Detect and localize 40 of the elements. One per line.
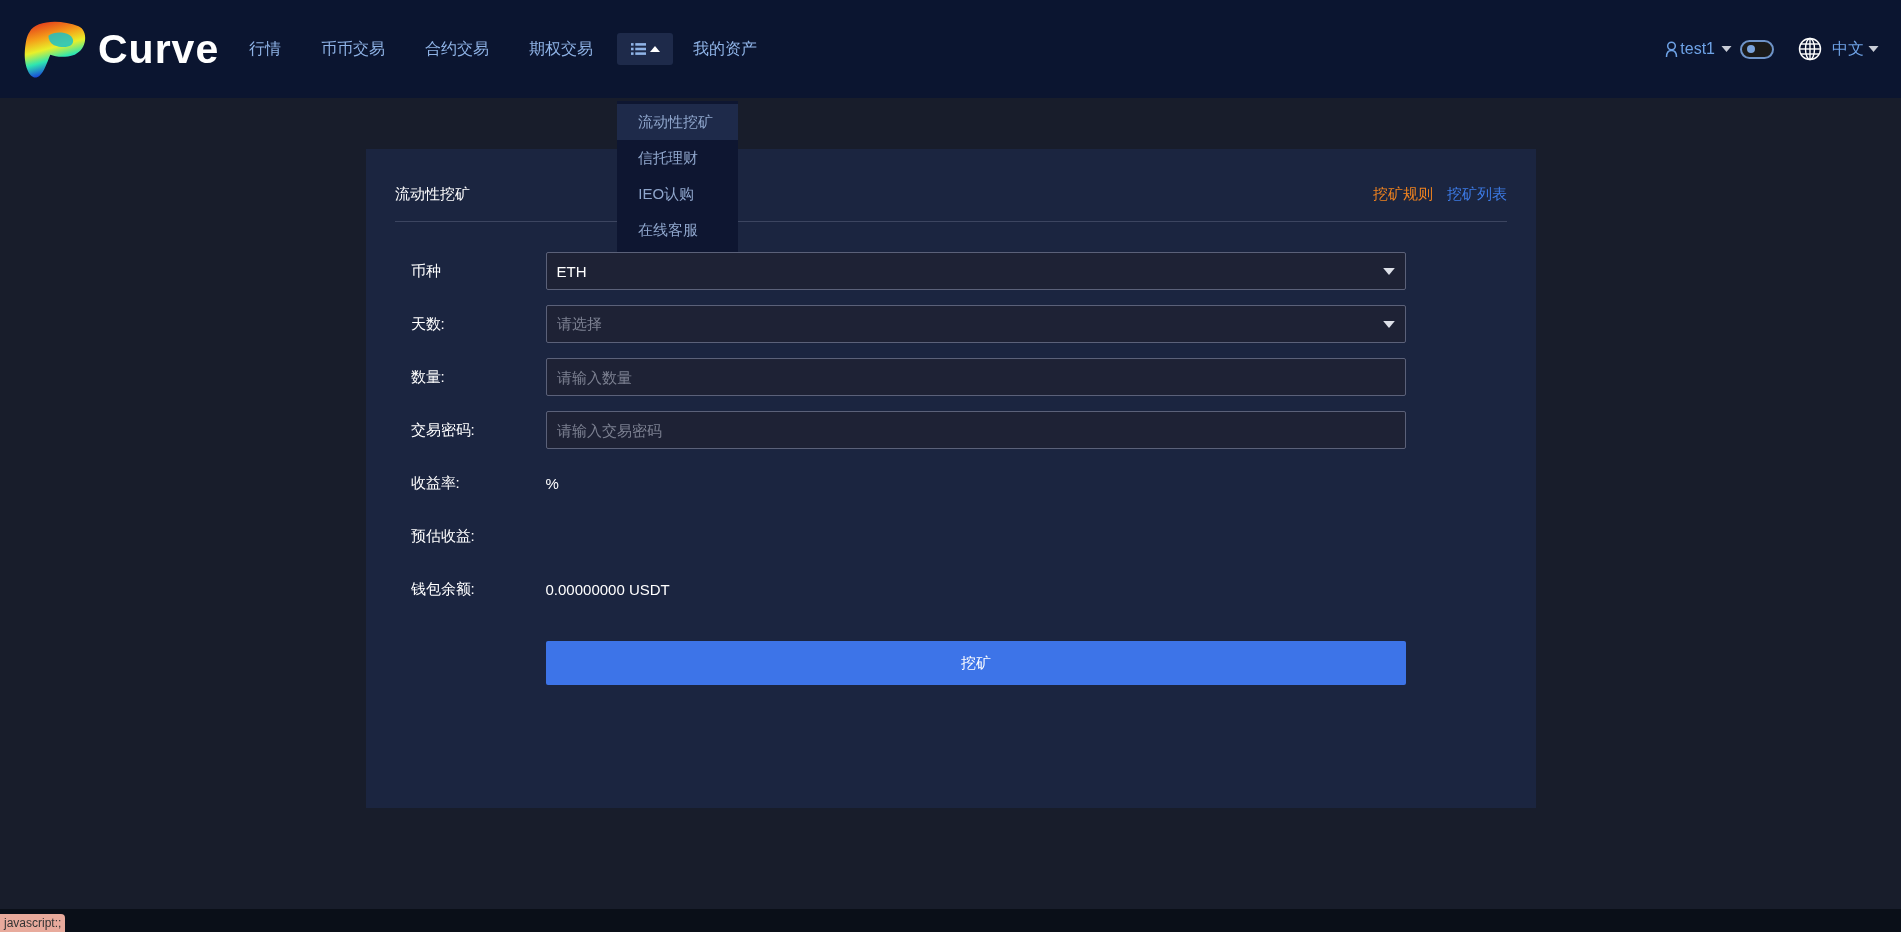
input-field[interactable]: 请输入数量 (545, 358, 1406, 396)
menu-item[interactable]: 在线客服 (617, 212, 739, 248)
input-field[interactable]: 请输入交易密码 (545, 411, 1406, 449)
header-link[interactable]: 挖矿列表 (1446, 185, 1507, 204)
user-icon (1665, 41, 1679, 57)
menu-item[interactable]: IEO认购 (617, 176, 739, 212)
field-label: 钱包余额: (410, 579, 476, 599)
field-value: % (545, 474, 559, 492)
nav-link[interactable]: 行情 (249, 38, 282, 60)
globe-icon[interactable] (1798, 37, 1822, 61)
field-label: 交易密码: (410, 420, 476, 440)
nav-link[interactable]: 期权交易 (529, 38, 594, 60)
select-field[interactable]: 请选择 (545, 305, 1406, 343)
nav-link[interactable]: 币币交易 (321, 38, 386, 60)
brand-name: Curve (98, 25, 220, 73)
user-menu[interactable]: test1 (1665, 40, 1732, 58)
caret-icon (649, 46, 660, 52)
field-label: 预估收益: (410, 526, 476, 546)
card-title: 流动性挖矿 (394, 185, 470, 204)
status-tooltip: javascript:; (0, 914, 66, 932)
menu-item[interactable]: 信托理财 (617, 140, 739, 176)
field-label: 数量: (410, 367, 446, 387)
nav-link[interactable]: 我的资产 (693, 38, 758, 60)
mine-button[interactable]: 挖矿 (545, 641, 1406, 685)
caret-icon (1382, 320, 1395, 328)
caret-icon (1721, 46, 1732, 52)
field-value: 0.00000000 USDT (545, 580, 670, 598)
list-icon (630, 43, 646, 55)
caret-icon (1382, 267, 1395, 275)
language-menu[interactable]: 中文 (1832, 38, 1879, 60)
nav-link[interactable]: 合约交易 (425, 38, 490, 60)
menu-item[interactable]: 流动性挖矿 (617, 104, 739, 140)
caret-icon (1868, 46, 1879, 52)
theme-toggle[interactable] (1740, 39, 1774, 59)
field-label: 收益率: (410, 473, 461, 493)
menu-button[interactable] (617, 33, 674, 65)
select-field[interactable]: ETH (545, 252, 1406, 290)
field-label: 币种 (410, 261, 442, 281)
field-label: 天数: (410, 314, 446, 334)
header-link[interactable]: 挖矿规则 (1372, 185, 1433, 204)
